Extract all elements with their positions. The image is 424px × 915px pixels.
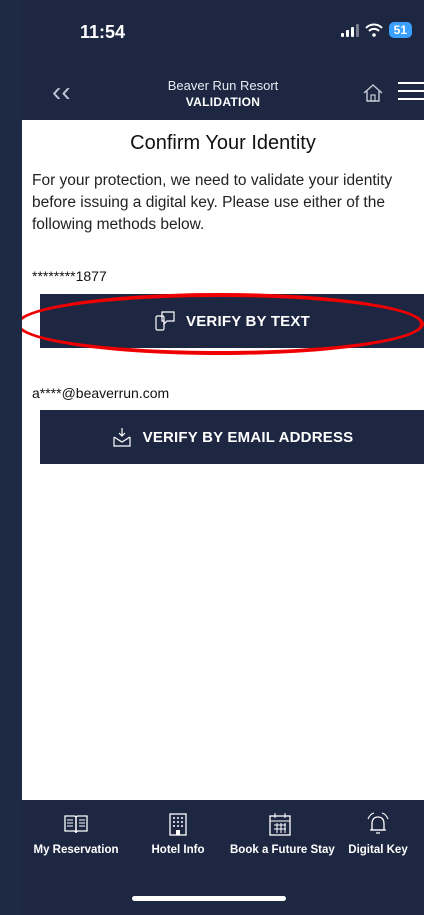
tab-digital-key[interactable]: Digital Key (328, 810, 424, 856)
home-indicator[interactable] (132, 896, 286, 901)
verify-by-email-label: VERIFY BY EMAIL ADDRESS (142, 428, 354, 446)
status-time: 11:54 (80, 22, 126, 42)
page-title: Confirm Your Identity (130, 132, 316, 154)
building-icon (169, 813, 187, 836)
verify-by-email-button[interactable]: VERIFY BY EMAIL ADDRESS (40, 410, 424, 464)
book-icon (64, 815, 88, 834)
status-bar: 11:54 51 (22, 0, 424, 64)
home-icon[interactable] (362, 82, 384, 104)
tab-label: Book a Future Stay (230, 844, 335, 856)
bell-icon (367, 812, 389, 834)
calendar-icon (269, 813, 291, 836)
tab-label: Hotel Info (151, 844, 205, 856)
verify-by-text-button[interactable]: VERIFY BY TEXT (40, 294, 424, 348)
masked-email: a****@beaverrun.com (32, 385, 170, 401)
tab-label: My Reservation (33, 844, 119, 856)
signal-icon (340, 23, 359, 37)
verify-by-text-label: VERIFY BY TEXT (186, 312, 310, 330)
hamburger-menu-icon[interactable] (398, 80, 424, 102)
tab-hotel-info[interactable]: Hotel Info (128, 810, 228, 856)
phone-chat-icon (155, 311, 175, 331)
phone-screen: 11:54 51 ‹‹ Beaver Run Resort VALIDATION (22, 0, 424, 915)
main-content: Confirm Your Identity For your protectio… (22, 120, 424, 800)
app-header: ‹‹ Beaver Run Resort VALIDATION (22, 64, 424, 120)
description-text: For your protection, we need to validate… (32, 172, 393, 233)
status-indicators: 51 (340, 22, 412, 38)
tab-book-future-stay[interactable]: Book a Future Stay (230, 810, 335, 856)
battery-icon: 51 (388, 22, 412, 38)
masked-phone-number: ********1877 (32, 268, 107, 284)
tab-label: Digital Key (348, 844, 408, 856)
email-download-icon (113, 428, 131, 447)
wifi-icon (364, 23, 383, 37)
tab-my-reservation[interactable]: My Reservation (26, 810, 126, 856)
